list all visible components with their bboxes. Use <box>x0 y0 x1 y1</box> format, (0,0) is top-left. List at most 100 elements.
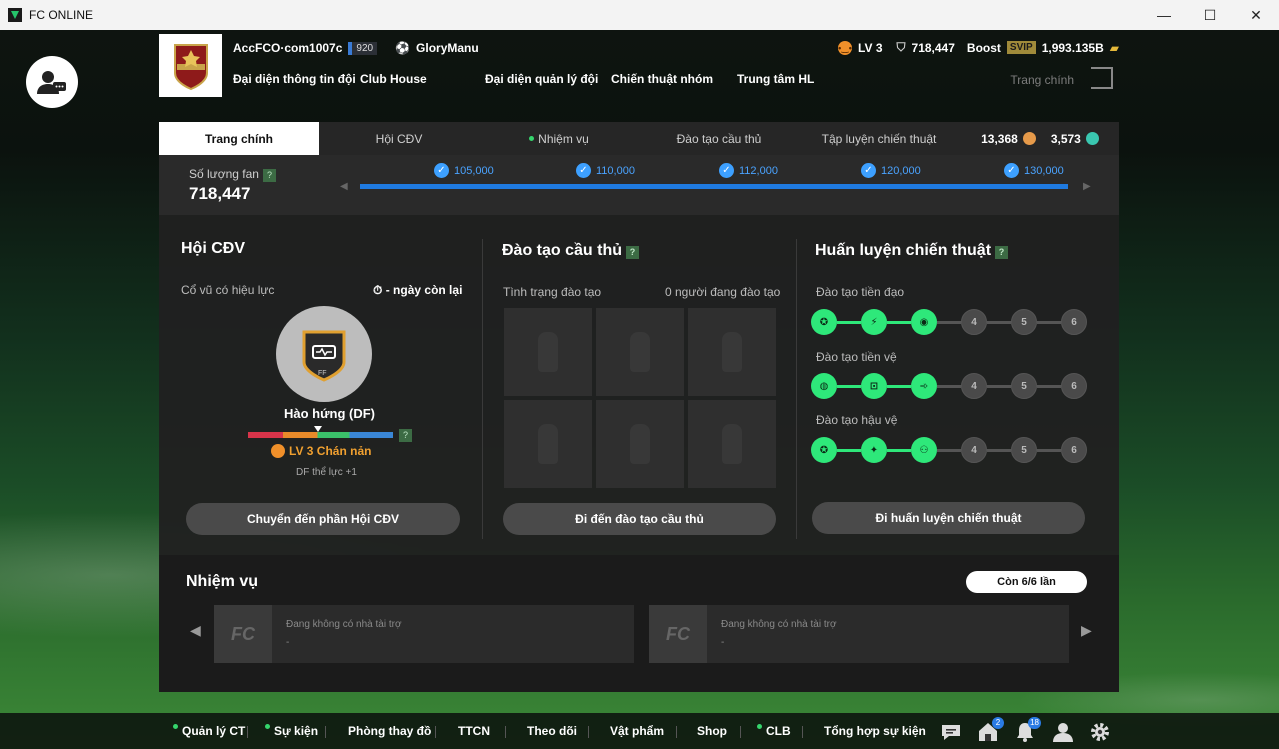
forward-step-6[interactable]: 6 <box>1061 309 1087 335</box>
midfield-step-4[interactable]: 4 <box>961 373 987 399</box>
chat-icon[interactable] <box>940 721 962 743</box>
manager-name: GloryManu <box>416 41 479 55</box>
defense-step-5[interactable]: 5 <box>1011 437 1037 463</box>
tab-missions-label: Nhiệm vụ <box>538 131 589 146</box>
forward-step-4[interactable]: 4 <box>961 309 987 335</box>
tactics-title: Huấn luyện chiến thuật <box>815 242 992 259</box>
help-icon[interactable]: ? <box>262 169 276 182</box>
milestone-3[interactable]: ✓ 112,000 <box>719 163 778 178</box>
fc-online-app-icon <box>8 8 22 22</box>
sponsor-card[interactable]: FC Đang không có nhà tài trợ - <box>214 605 634 663</box>
track-link <box>887 320 911 324</box>
home-label[interactable]: Trang chính <box>1010 73 1074 87</box>
training-slot-grid <box>504 308 780 494</box>
nav-events[interactable]: Sự kiện <box>265 724 318 738</box>
track-link <box>1037 384 1061 388</box>
defense-step-6[interactable]: 6 <box>1061 437 1087 463</box>
nav-training-center[interactable]: Trung tâm HL <box>737 72 814 86</box>
sponsor-left-arrow-icon[interactable]: ◀ <box>190 622 201 639</box>
nav-group-tactics[interactable]: Chiến thuật nhóm <box>611 72 713 86</box>
go-tactics-button[interactable]: Đi huấn luyện chiến thuật <box>812 502 1085 534</box>
tab-missions[interactable]: Nhiệm vụ <box>479 122 639 155</box>
sponsor-card[interactable]: FC Đang không có nhà tài trợ - <box>649 605 1069 663</box>
close-button[interactable]: ✕ <box>1233 0 1279 30</box>
progress-right-arrow-icon[interactable]: ▶ <box>1083 181 1091 192</box>
currency-icon: ▰ <box>1109 40 1119 55</box>
forward-skill-1-icon[interactable]: ✪ <box>811 309 837 335</box>
nav-ttcn[interactable]: TTCN <box>458 724 490 738</box>
nav-shop[interactable]: Shop <box>697 724 727 738</box>
midfield-skill-2-icon[interactable]: ⊡ <box>861 373 887 399</box>
progress-left-arrow-icon[interactable]: ◀ <box>340 181 348 192</box>
minimize-button[interactable]: — <box>1141 0 1187 30</box>
mood-help-icon[interactable]: ? <box>399 429 412 442</box>
home-icon[interactable]: 2 <box>977 717 1004 743</box>
nav-locker-room[interactable]: Phòng thay đồ <box>348 724 431 738</box>
midfield-skill-3-icon[interactable]: ➾ <box>911 373 937 399</box>
track-link <box>837 448 861 452</box>
nav-club-house[interactable]: Club House <box>360 72 427 86</box>
user-chat-icon <box>37 71 66 94</box>
mood-level-wrap: LV 3 Chán nản <box>271 444 371 458</box>
exit-icon[interactable] <box>1091 67 1113 89</box>
badge-sub-label: FF <box>318 370 327 377</box>
training-slot[interactable] <box>504 400 592 488</box>
forward-step-5[interactable]: 5 <box>1011 309 1037 335</box>
timer-icon: ⏱ <box>373 283 383 297</box>
defense-skill-1-icon[interactable]: ✪ <box>811 437 837 463</box>
nav-team-info[interactable]: Đại diện thông tin đội <box>233 72 356 86</box>
training-slot[interactable] <box>688 400 776 488</box>
training-count: 0 người đang đào tạo <box>665 285 781 299</box>
help-icon[interactable]: ? <box>995 246 1009 259</box>
tab-fan-club[interactable]: Hội CĐV <box>319 122 479 155</box>
training-slot[interactable] <box>596 308 684 396</box>
profile-chat-button[interactable] <box>26 56 78 108</box>
gear-icon[interactable] <box>1089 721 1111 743</box>
milestone-5[interactable]: ✓ 130,000 <box>1004 163 1064 178</box>
track-link <box>1037 448 1061 452</box>
midfield-skill-1-icon[interactable]: ◍ <box>811 373 837 399</box>
bell-icon[interactable]: 18 <box>1014 717 1041 743</box>
forward-skill-2-icon[interactable]: ⚡ <box>861 309 887 335</box>
maximize-button[interactable]: ☐ <box>1187 0 1233 30</box>
missions-title: Nhiệm vụ <box>186 573 259 590</box>
nav-follow[interactable]: Theo dõi <box>527 724 577 738</box>
nav-event-summary[interactable]: Tổng hợp sự kiện <box>824 724 926 738</box>
mood-bar <box>248 432 393 438</box>
mood-face-icon: •‿• <box>838 40 853 55</box>
fc-logo-icon: FC <box>214 605 272 663</box>
tab-tactic-practice[interactable]: Tập luyện chiến thuật <box>799 122 959 155</box>
cheer-badge[interactable] <box>276 306 372 402</box>
midfield-step-5[interactable]: 5 <box>1011 373 1037 399</box>
go-training-button[interactable]: Đi đến đào tạo cầu thủ <box>503 503 776 535</box>
tab-home[interactable]: Trang chính <box>159 122 319 155</box>
milestone-4[interactable]: ✓ 120,000 <box>861 163 921 178</box>
training-slot[interactable] <box>504 308 592 396</box>
user-icon[interactable] <box>1052 721 1074 743</box>
sponsor-right-arrow-icon[interactable]: ▶ <box>1081 622 1092 639</box>
nav-club[interactable]: CLB <box>757 724 791 738</box>
defense-skill-3-icon[interactable]: ⚇ <box>911 437 937 463</box>
defense-skill-2-icon[interactable]: ✦ <box>861 437 887 463</box>
midfield-step-6[interactable]: 6 <box>1061 373 1087 399</box>
tab-player-training[interactable]: Đào tạo cầu thủ <box>639 122 799 155</box>
missions-remaining-button[interactable]: Còn 6/6 lần <box>966 571 1087 593</box>
go-fan-club-button[interactable]: Chuyển đến phần Hội CĐV <box>186 503 460 535</box>
training-slot[interactable] <box>596 400 684 488</box>
nav-team-manager[interactable]: Đại diện quản lý đội <box>485 72 598 86</box>
club-logo[interactable] <box>159 34 222 97</box>
bottom-nav: Quản lý CT Sự kiện Phòng thay đồ TTCN Th… <box>0 713 1279 749</box>
track-link <box>887 448 911 452</box>
nav-manage-ct[interactable]: Quản lý CT <box>173 724 245 738</box>
milestone-value: 130,000 <box>1024 164 1064 177</box>
help-icon[interactable]: ? <box>626 246 640 259</box>
training-slot[interactable] <box>688 308 776 396</box>
defense-step-4[interactable]: 4 <box>961 437 987 463</box>
tab-stats: 13,368 3,573 <box>965 122 1115 155</box>
milestone-2[interactable]: ✓ 110,000 <box>576 163 635 178</box>
forward-skill-3-icon[interactable]: ◉ <box>911 309 937 335</box>
track-link <box>987 320 1011 324</box>
track-link <box>887 384 911 388</box>
nav-items[interactable]: Vật phẩm <box>610 724 664 738</box>
milestone-1[interactable]: ✓ 105,000 <box>434 163 494 178</box>
